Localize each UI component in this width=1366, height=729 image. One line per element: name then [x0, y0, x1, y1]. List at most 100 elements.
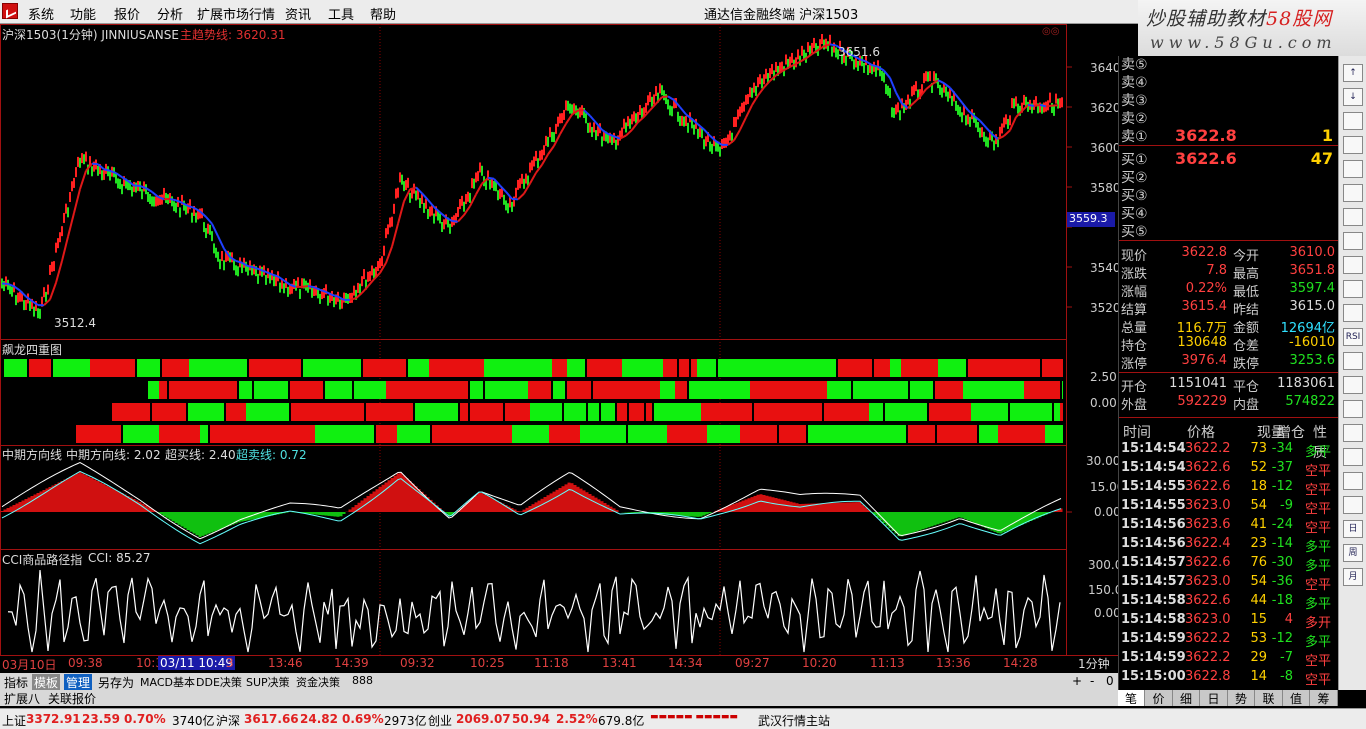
tick-n: 空平: [1305, 464, 1332, 479]
quote-tab[interactable]: 细: [1173, 690, 1200, 706]
dragon-bar-red: [410, 381, 430, 399]
toolbar-button[interactable]: [1343, 496, 1363, 514]
tick-row[interactable]: 15:14:58 3622.6 44 -18 多平: [1119, 593, 1339, 612]
toolbar-button[interactable]: [1343, 256, 1363, 274]
menu-help[interactable]: 帮助: [370, 4, 396, 23]
tab-888[interactable]: 888: [352, 674, 373, 687]
tab-save-as[interactable]: 另存为: [98, 674, 134, 691]
dragon-bar-red: [1020, 425, 1045, 443]
dragon-bar-green: [485, 381, 528, 399]
zoom-out-button[interactable]: -: [1090, 674, 1094, 688]
tick-row[interactable]: 15:14:55 3623.0 54 -9 空平: [1119, 498, 1339, 517]
menu-system[interactable]: 系统: [28, 4, 54, 23]
quote-tab[interactable]: 值: [1283, 690, 1310, 706]
tick-d: -12: [1271, 631, 1293, 646]
dragon-bar-red: [631, 381, 660, 399]
server-name[interactable]: 武汉行情主站: [758, 712, 830, 729]
toolbar-button[interactable]: 日: [1343, 520, 1363, 538]
quote-tab[interactable]: 价: [1146, 690, 1173, 706]
menu-function[interactable]: 功能: [70, 4, 96, 23]
toolbar-button[interactable]: [1343, 208, 1363, 226]
tick-row[interactable]: 15:14:57 3623.0 54 -36 空平: [1119, 574, 1339, 593]
toolbar-button[interactable]: 周: [1343, 544, 1363, 562]
tab-template[interactable]: 模板: [32, 674, 61, 691]
toolbar-button[interactable]: [1343, 160, 1363, 178]
tick-n: 多平: [1305, 540, 1332, 555]
zoom-reset-button[interactable]: 0: [1106, 674, 1114, 688]
toolbar-button[interactable]: [1343, 400, 1363, 418]
menu-extended-market[interactable]: 扩展市场行情: [197, 4, 275, 23]
tab-macd[interactable]: MACD基本: [140, 674, 195, 690]
dragon-bar-green: [901, 403, 927, 421]
tick-n: 多平: [1305, 635, 1332, 650]
tab-indicator[interactable]: 指标: [4, 674, 28, 691]
tick-row[interactable]: 15:14:56 3623.6 41 -24 空平: [1119, 517, 1339, 536]
y-tick: 3520: [1090, 301, 1121, 315]
toolbar-button[interactable]: [1343, 472, 1363, 490]
menu-analysis[interactable]: 分析: [157, 4, 183, 23]
tab-fund[interactable]: 资金决策: [296, 674, 340, 690]
menu-tools[interactable]: 工具: [328, 4, 354, 23]
tick-row[interactable]: 15:14:55 3622.6 18 -12 空平: [1119, 479, 1339, 498]
quote-tab[interactable]: 笔: [1118, 690, 1145, 706]
toolbar-button[interactable]: [1343, 232, 1363, 250]
tick-row[interactable]: 15:14:54 3622.2 73 -34 多平: [1119, 441, 1339, 460]
tick-n: 空平: [1305, 502, 1332, 517]
toolbar-button[interactable]: [1343, 280, 1363, 298]
tick-row[interactable]: 15:14:57 3622.6 76 -30 多平: [1119, 555, 1339, 574]
toolbar-button[interactable]: [1343, 304, 1363, 322]
toolbar-button[interactable]: [1343, 376, 1363, 394]
ask-price: 3622.8: [1175, 126, 1237, 145]
index-a: 679.8亿: [598, 714, 645, 728]
toolbar-button[interactable]: [1343, 112, 1363, 130]
toolbar-button[interactable]: ↓: [1343, 88, 1363, 106]
toolbar-button[interactable]: ↑: [1343, 64, 1363, 82]
toolbar-button[interactable]: [1343, 184, 1363, 202]
app-logo-icon[interactable]: [2, 3, 18, 19]
quote-tab[interactable]: 筹: [1311, 690, 1338, 706]
quote-tab[interactable]: 势: [1228, 690, 1255, 706]
tick-row[interactable]: 15:14:59 3622.2 29 -7 空平: [1119, 650, 1339, 669]
trend-line-segment: [73, 188, 81, 214]
dragon-bar-red: [552, 359, 567, 377]
index-name[interactable]: 上证: [2, 712, 26, 729]
chart-area[interactable]: 沪深1503(1分钟) JINNIUSANSE 主趋势线: 3620.31 ◎◎…: [0, 24, 1124, 672]
toolbar-button[interactable]: [1343, 352, 1363, 370]
toolbar-button[interactable]: RSI: [1343, 328, 1363, 346]
time-axis-label: 10:25: [470, 656, 505, 670]
tick-row[interactable]: 15:14:58 3623.0 15 4 多开: [1119, 612, 1339, 631]
chart-settings-icon[interactable]: ◎◎: [1042, 26, 1059, 37]
toolbar-button[interactable]: [1343, 136, 1363, 154]
dragon-bar-green: [828, 425, 862, 443]
toolbar-button[interactable]: [1343, 424, 1363, 442]
dragon-bar-red: [874, 359, 890, 377]
dragon-bar-red: [593, 381, 631, 399]
index-c: 24.82: [300, 712, 338, 726]
tick-v: 76: [1250, 555, 1267, 570]
tick-row[interactable]: 15:14:59 3622.2 53 -12 多平: [1119, 631, 1339, 650]
stat-label: 涨跌: [1121, 267, 1148, 282]
menu-news[interactable]: 资讯: [285, 4, 311, 23]
kline-chart-svg[interactable]: [0, 24, 1118, 656]
dragon-bar-green: [1045, 425, 1063, 443]
tab-extend-8[interactable]: 扩展八: [4, 690, 40, 707]
index-name[interactable]: 创业: [428, 712, 452, 729]
main-chart-title: 沪深1503(1分钟) JINNIUSANSE: [2, 28, 179, 42]
tab-related-quotes[interactable]: 关联报价: [48, 690, 96, 707]
time-axis-label: 11:13: [870, 656, 905, 670]
tab-dde[interactable]: DDE决策: [196, 674, 242, 690]
menu-quote[interactable]: 报价: [114, 4, 140, 23]
index-name[interactable]: 沪深: [216, 712, 240, 729]
tab-manage[interactable]: 管理: [64, 674, 93, 691]
tab-sup[interactable]: SUP决策: [246, 674, 290, 690]
quote-tab[interactable]: 联: [1256, 690, 1283, 706]
tick-row[interactable]: 15:14:54 3622.6 52 -37 空平: [1119, 460, 1339, 479]
dragon-bar-red: [101, 425, 121, 443]
toolbar-button[interactable]: 月: [1343, 568, 1363, 586]
tick-row[interactable]: 15:14:56 3622.4 23 -14 多平: [1119, 536, 1339, 555]
zoom-in-button[interactable]: +: [1072, 674, 1082, 688]
toolbar-button[interactable]: [1343, 448, 1363, 466]
quote-tab[interactable]: 日: [1201, 690, 1228, 706]
tick-row[interactable]: 15:15:00 3622.8 14 -8 空平: [1119, 669, 1339, 688]
period-label[interactable]: 1分钟: [1078, 655, 1110, 672]
